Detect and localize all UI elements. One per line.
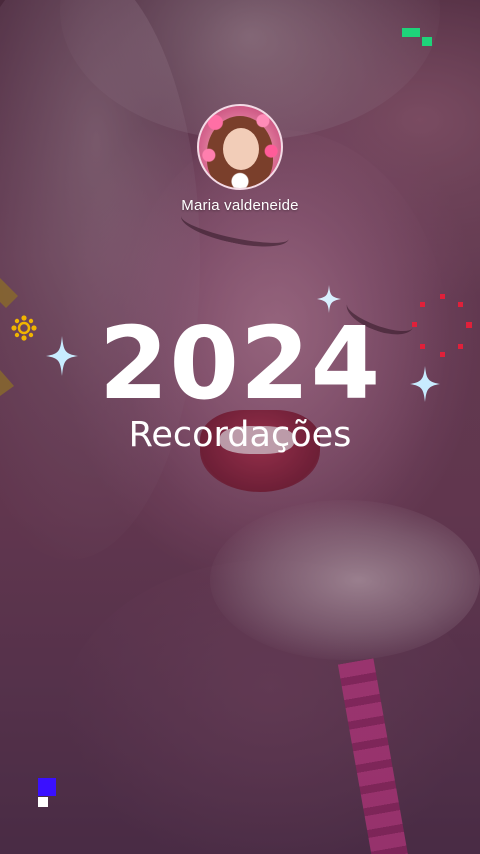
profile-name[interactable]: Maria valdeneide [0,197,480,214]
headline-subtitle: Recordações [128,415,352,455]
avatar-flowers [199,106,281,188]
story-screen: Maria valdeneide 2024 Recordações [0,0,480,854]
pixel-blocks-green-icon [402,28,432,46]
headline-year: 2024 [98,305,382,422]
pixel-blocks-purple-icon [38,778,56,807]
profile-avatar[interactable] [197,104,283,190]
